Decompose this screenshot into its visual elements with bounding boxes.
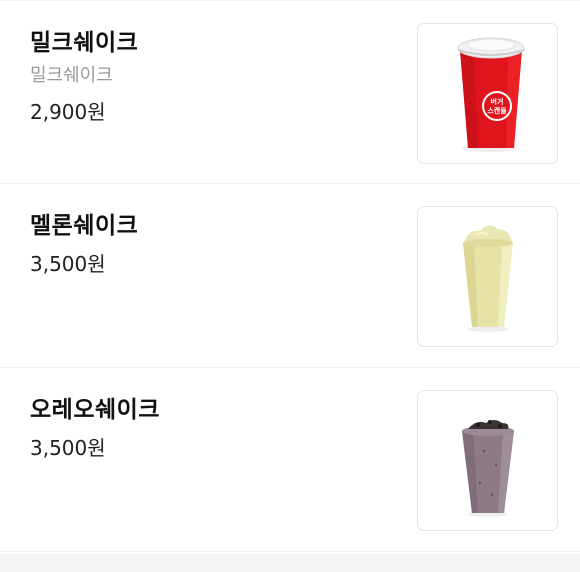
list-footer-spacer	[0, 554, 580, 572]
menu-item-melon-shake[interactable]: 멜론쉐이크 3,500원	[0, 184, 580, 368]
red-cup-milkshake-icon: 버거 스캔들	[457, 37, 525, 152]
item-price: 3,500원	[30, 252, 106, 276]
item-price: 2,900원	[30, 100, 106, 124]
item-price: 3,500원	[30, 436, 106, 460]
item-name: 오레오쉐이크	[30, 397, 160, 423]
cup-logo-line2: 스캔들	[487, 106, 507, 115]
cup-logo-line1: 버거	[491, 97, 504, 106]
melon-shake-icon	[463, 225, 513, 332]
item-thumbnail: 버거 스캔들	[417, 23, 558, 164]
item-name: 멜론쉐이크	[30, 213, 139, 239]
item-thumbnail	[417, 206, 558, 347]
oreo-shake-icon	[462, 420, 514, 517]
item-name: 밀크쉐이크	[30, 30, 139, 56]
item-thumbnail	[417, 390, 558, 531]
item-description: 밀크쉐이크	[30, 65, 113, 86]
menu-list: 밀크쉐이크 밀크쉐이크 2,900원 버거 스캔들 멜론쉐이크 3,500원 오…	[0, 0, 580, 552]
menu-item-oreo-shake[interactable]: 오레오쉐이크 3,500원	[0, 368, 580, 552]
menu-item-milkshake[interactable]: 밀크쉐이크 밀크쉐이크 2,900원 버거 스캔들	[0, 0, 580, 184]
